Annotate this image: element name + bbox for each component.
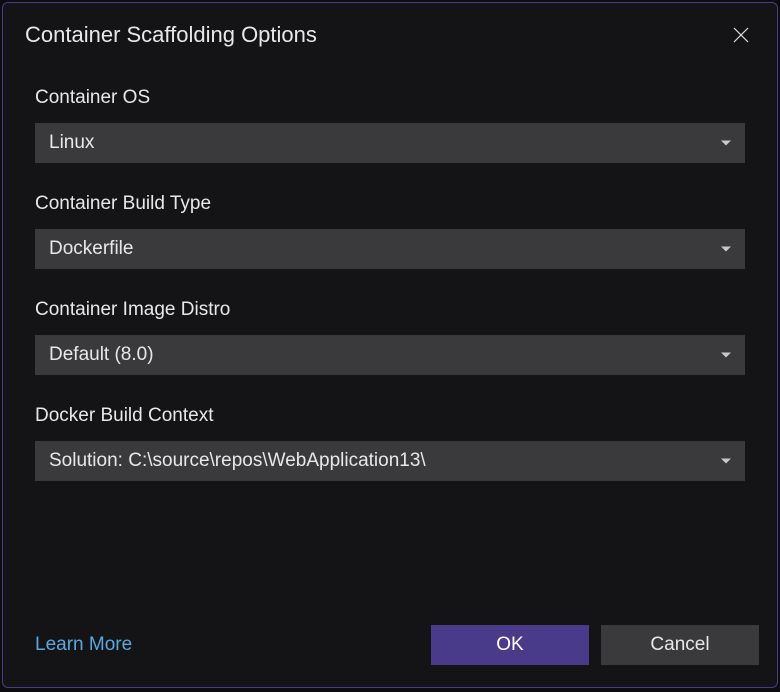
dialog-footer: Learn More OK Cancel [3,625,777,687]
select-build-context[interactable]: Solution: C:\source\repos\WebApplication… [35,441,745,481]
chevron-down-icon [721,353,731,358]
close-icon [732,26,750,44]
chevron-down-icon [721,459,731,464]
field-image-distro: Container Image Distro Default (8.0) [35,299,745,375]
field-build-type: Container Build Type Dockerfile [35,193,745,269]
field-container-os: Container OS Linux [35,87,745,163]
ok-button[interactable]: OK [431,625,589,665]
label-container-os: Container OS [35,87,745,109]
title-bar: Container Scaffolding Options [3,3,777,61]
select-container-os-value: Linux [49,132,705,154]
select-container-os[interactable]: Linux [35,123,745,163]
chevron-down-icon [721,141,731,146]
close-button[interactable] [727,21,755,49]
select-build-type[interactable]: Dockerfile [35,229,745,269]
cancel-button[interactable]: Cancel [601,625,759,665]
label-build-context: Docker Build Context [35,405,745,427]
select-image-distro[interactable]: Default (8.0) [35,335,745,375]
select-image-distro-value: Default (8.0) [49,344,705,366]
field-build-context: Docker Build Context Solution: C:\source… [35,405,745,481]
label-image-distro: Container Image Distro [35,299,745,321]
scaffolding-options-dialog: Container Scaffolding Options Container … [2,2,778,688]
select-build-type-value: Dockerfile [49,238,705,260]
dialog-content: Container OS Linux Container Build Type … [3,61,777,625]
learn-more-link[interactable]: Learn More [35,634,132,656]
dialog-title: Container Scaffolding Options [25,22,317,48]
chevron-down-icon [721,247,731,252]
select-build-context-value: Solution: C:\source\repos\WebApplication… [49,450,705,472]
label-build-type: Container Build Type [35,193,745,215]
footer-buttons: OK Cancel [431,625,759,665]
